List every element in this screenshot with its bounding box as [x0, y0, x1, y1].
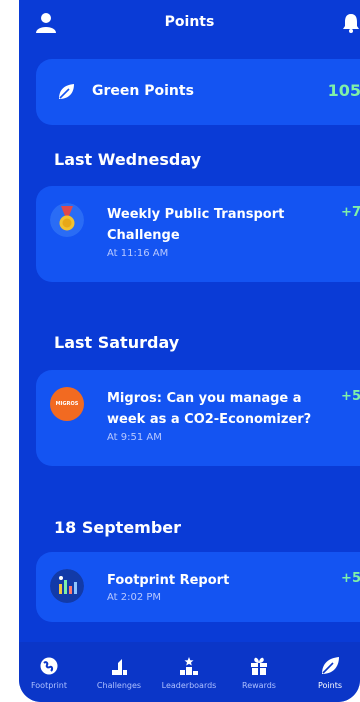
- bell-icon[interactable]: [342, 13, 360, 33]
- user-icon[interactable]: [35, 12, 57, 34]
- entry-time: At 9:51 AM: [107, 432, 162, 443]
- tab-leaderboards[interactable]: Leaderboards: [159, 656, 219, 690]
- green-points-card[interactable]: Green Points 105: [36, 59, 360, 125]
- tab-label: Challenges: [96, 681, 142, 690]
- entry-points: +5: [341, 389, 360, 404]
- tab-footprint[interactable]: Footprint: [19, 656, 79, 690]
- list-item[interactable]: MIGROS Migros: Can you manage a week as …: [36, 370, 360, 466]
- page-title: Points: [164, 14, 215, 30]
- medal-icon: [50, 203, 84, 237]
- tab-label: Leaderboards: [161, 681, 217, 690]
- entry-title: Footprint Report: [107, 573, 230, 588]
- tab-label: Footprint: [30, 681, 68, 690]
- globe-icon: [40, 657, 58, 675]
- footprint-report-icon: [50, 569, 84, 603]
- tab-bar: Footprint Challenges Leaderboards Reward…: [19, 642, 360, 702]
- section-title: Last Saturday: [54, 333, 180, 352]
- podium-icon: [180, 657, 198, 675]
- points-screen: Points Green Points 105 Last Wednesday W…: [19, 0, 360, 702]
- list-item[interactable]: Footprint Report At 2:02 PM +5: [36, 552, 360, 622]
- migros-logo-text: MIGROS: [55, 401, 79, 407]
- section-title: 18 September: [54, 518, 182, 537]
- entry-title: Weekly Public Transport Challenge: [107, 207, 285, 243]
- green-points-value: 105: [327, 81, 360, 100]
- challenges-icon: [112, 659, 127, 675]
- entry-points: +7: [341, 205, 360, 220]
- green-points-label: Green Points: [92, 83, 194, 99]
- top-bar: Points: [19, 0, 360, 44]
- entry-title: Migros: Can you manage a week as a CO2-E…: [107, 391, 312, 427]
- gift-icon: [251, 657, 267, 675]
- leaf-icon: [59, 84, 74, 99]
- tab-rewards[interactable]: Rewards: [229, 656, 289, 690]
- entry-points: +5: [341, 571, 360, 586]
- tab-challenges[interactable]: Challenges: [89, 656, 149, 690]
- section-title: Last Wednesday: [54, 150, 202, 169]
- list-item[interactable]: Weekly Public Transport Challenge At 11:…: [36, 186, 360, 282]
- entry-time: At 2:02 PM: [107, 592, 162, 603]
- leaf-icon: [322, 657, 339, 674]
- tab-points[interactable]: Points: [300, 656, 360, 690]
- entry-time: At 11:16 AM: [107, 248, 169, 259]
- migros-logo: MIGROS: [50, 387, 84, 421]
- tab-label: Rewards: [242, 681, 276, 690]
- tab-label: Points: [317, 681, 343, 690]
